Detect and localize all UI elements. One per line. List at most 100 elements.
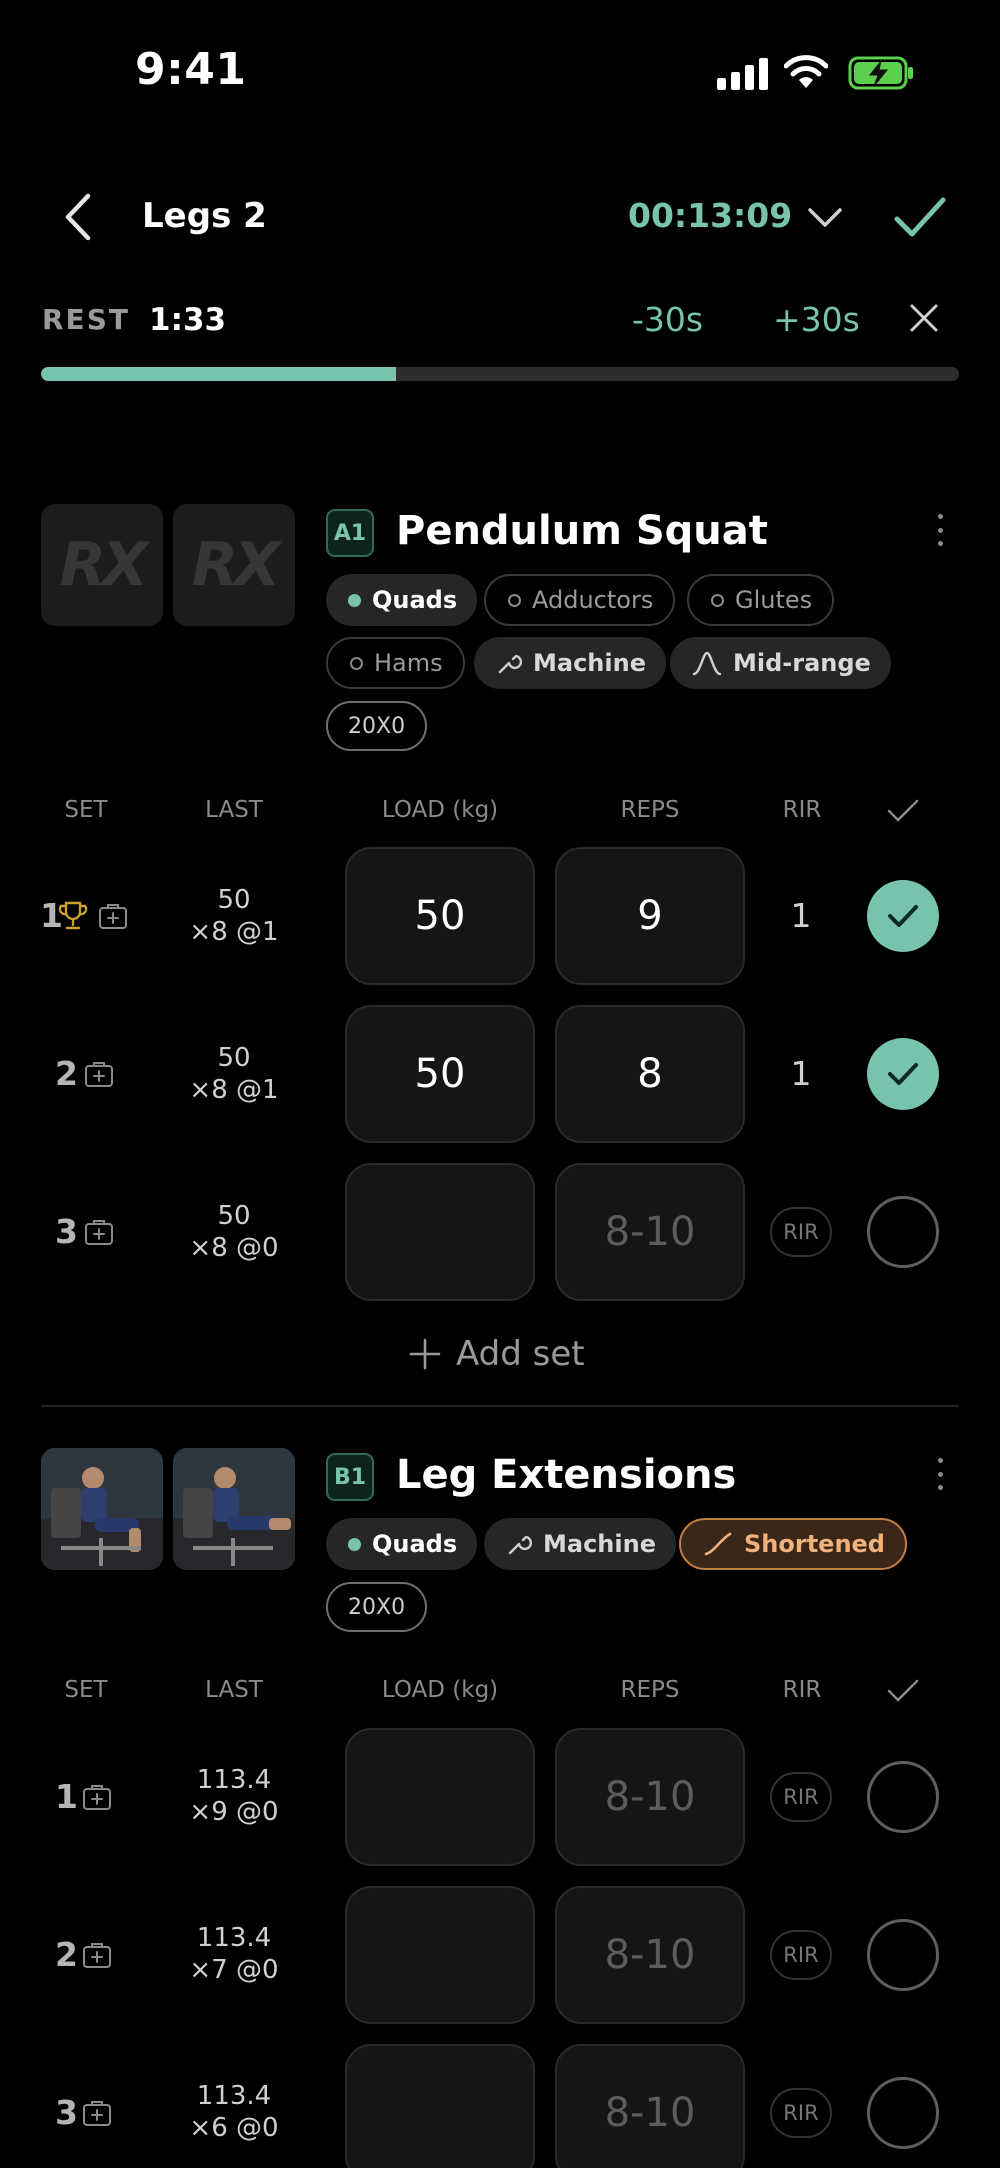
- col-set: SET: [64, 797, 108, 823]
- exercise-name[interactable]: Leg Extensions: [396, 1452, 736, 1498]
- trophy-icon: [58, 901, 88, 930]
- finish-workout-button[interactable]: [892, 192, 948, 242]
- reps-input[interactable]: 9: [555, 847, 745, 985]
- chip-shortened[interactable]: Shortened: [679, 1518, 907, 1570]
- exercise-badge: B1: [326, 1453, 374, 1501]
- load-input[interactable]: [345, 1163, 535, 1301]
- filled-dot-icon: [348, 1537, 361, 1551]
- rest-time: 1:33: [149, 302, 227, 338]
- rest-progress-bar: [41, 367, 959, 381]
- add-note-icon[interactable]: [84, 1060, 114, 1088]
- cellular-signal-icon: [717, 56, 769, 90]
- rest-progress-fill: [41, 367, 397, 381]
- last-performance: 113.4 ×6 @0: [189, 2081, 279, 2143]
- set-number: 3: [55, 2093, 78, 2132]
- rir-input[interactable]: RIR: [770, 1207, 832, 1257]
- thumbnail-placeholder-logo: RX: [191, 530, 280, 600]
- rir-input[interactable]: RIR: [770, 2088, 832, 2138]
- exercise-thumbnail[interactable]: [173, 1448, 295, 1570]
- set-number: 2: [55, 1935, 78, 1974]
- add-note-icon[interactable]: [82, 1941, 112, 1969]
- rir-input[interactable]: RIR: [770, 1930, 832, 1980]
- exercise-thumbnail[interactable]: RX: [173, 504, 295, 626]
- tempo-chip[interactable]: 20X0: [326, 701, 428, 751]
- add-note-icon[interactable]: [84, 1218, 114, 1246]
- set-complete-button[interactable]: [867, 880, 939, 952]
- last-performance: 50 ×8 @1: [189, 885, 279, 947]
- rir-value[interactable]: 1: [781, 1054, 821, 1093]
- col-reps: REPS: [620, 797, 680, 823]
- chip-machine[interactable]: Machine: [474, 637, 666, 689]
- wrench-icon: [498, 654, 522, 674]
- chip-glutes[interactable]: Glutes: [687, 574, 835, 626]
- exercise-divider: [41, 1405, 959, 1407]
- last-performance: 50 ×8 @1: [189, 1043, 279, 1105]
- leg-extension-photo: [41, 1448, 163, 1570]
- add-note-icon[interactable]: [98, 902, 128, 930]
- load-input[interactable]: [345, 2044, 535, 2168]
- filled-dot-icon: [348, 593, 361, 607]
- rir-value[interactable]: 1: [781, 896, 821, 935]
- last-performance: 113.4 ×9 @0: [189, 1765, 279, 1827]
- chip-hams[interactable]: Hams: [326, 637, 465, 689]
- status-time: 9:41: [135, 44, 247, 95]
- col-load: LOAD (kg): [381, 1677, 499, 1703]
- set-number: 2: [55, 1054, 78, 1093]
- reps-input[interactable]: 8-10: [555, 2044, 745, 2168]
- set-number: 1: [55, 1777, 78, 1816]
- add-note-icon[interactable]: [82, 1783, 112, 1811]
- load-input[interactable]: [345, 1886, 535, 2024]
- workout-title: Legs 2: [142, 196, 267, 236]
- last-performance: 113.4 ×7 @0: [189, 1923, 279, 1985]
- rest-label: REST: [42, 303, 130, 336]
- rest-plus-30-button[interactable]: +30s: [773, 300, 860, 339]
- exercise-thumbnail[interactable]: RX: [41, 504, 163, 626]
- set-complete-button[interactable]: [867, 1038, 939, 1110]
- add-note-icon[interactable]: [82, 2099, 112, 2127]
- leg-extension-photo: [173, 1448, 295, 1570]
- load-input[interactable]: 50: [345, 1005, 535, 1143]
- chip-machine[interactable]: Machine: [484, 1518, 676, 1570]
- rest-minus-30-button[interactable]: -30s: [632, 300, 703, 339]
- workout-timer: 00:13:09: [628, 196, 793, 235]
- load-input[interactable]: [345, 1728, 535, 1866]
- load-input[interactable]: 50: [345, 847, 535, 985]
- ring-dot-icon: [350, 656, 363, 670]
- wrench-icon: [508, 1535, 532, 1555]
- rising-curve-icon: [704, 1532, 732, 1556]
- wifi-icon: [784, 55, 828, 88]
- ring-dot-icon: [508, 593, 521, 607]
- chip-adductors[interactable]: Adductors: [484, 574, 676, 626]
- col-rir: RIR: [782, 1677, 822, 1703]
- chip-mid-range[interactable]: Mid-range: [670, 637, 891, 689]
- back-button[interactable]: [58, 192, 98, 242]
- set-complete-button[interactable]: [867, 1919, 939, 1991]
- exercise-thumbnail[interactable]: [41, 1448, 163, 1570]
- close-icon[interactable]: [906, 300, 942, 336]
- reps-input[interactable]: 8: [555, 1005, 745, 1143]
- set-number: 3: [55, 1212, 78, 1251]
- ring-dot-icon: [711, 593, 724, 607]
- more-options-icon[interactable]: [930, 510, 950, 550]
- chip-quads[interactable]: Quads: [326, 574, 478, 626]
- col-rir: RIR: [782, 797, 822, 823]
- reps-input[interactable]: 8-10: [555, 1886, 745, 2024]
- col-done-check-icon: [887, 799, 919, 822]
- set-complete-button[interactable]: [867, 1196, 939, 1268]
- reps-input[interactable]: 8-10: [555, 1728, 745, 1866]
- check-icon: [888, 905, 918, 927]
- more-options-icon[interactable]: [930, 1454, 950, 1494]
- exercise-badge: A1: [326, 509, 374, 557]
- chevron-down-icon[interactable]: [805, 202, 845, 232]
- chip-quads[interactable]: Quads: [326, 1518, 478, 1570]
- set-complete-button[interactable]: [867, 2077, 939, 2149]
- set-complete-button[interactable]: [867, 1761, 939, 1833]
- reps-input[interactable]: 8-10: [555, 1163, 745, 1301]
- last-performance: 50 ×8 @0: [189, 1201, 279, 1263]
- check-icon: [888, 1063, 918, 1085]
- exercise-name[interactable]: Pendulum Squat: [396, 508, 768, 554]
- battery-charging-icon: [848, 56, 913, 90]
- add-set-button[interactable]: Add set: [408, 1334, 585, 1374]
- rir-input[interactable]: RIR: [770, 1772, 832, 1822]
- tempo-chip[interactable]: 20X0: [326, 1582, 428, 1632]
